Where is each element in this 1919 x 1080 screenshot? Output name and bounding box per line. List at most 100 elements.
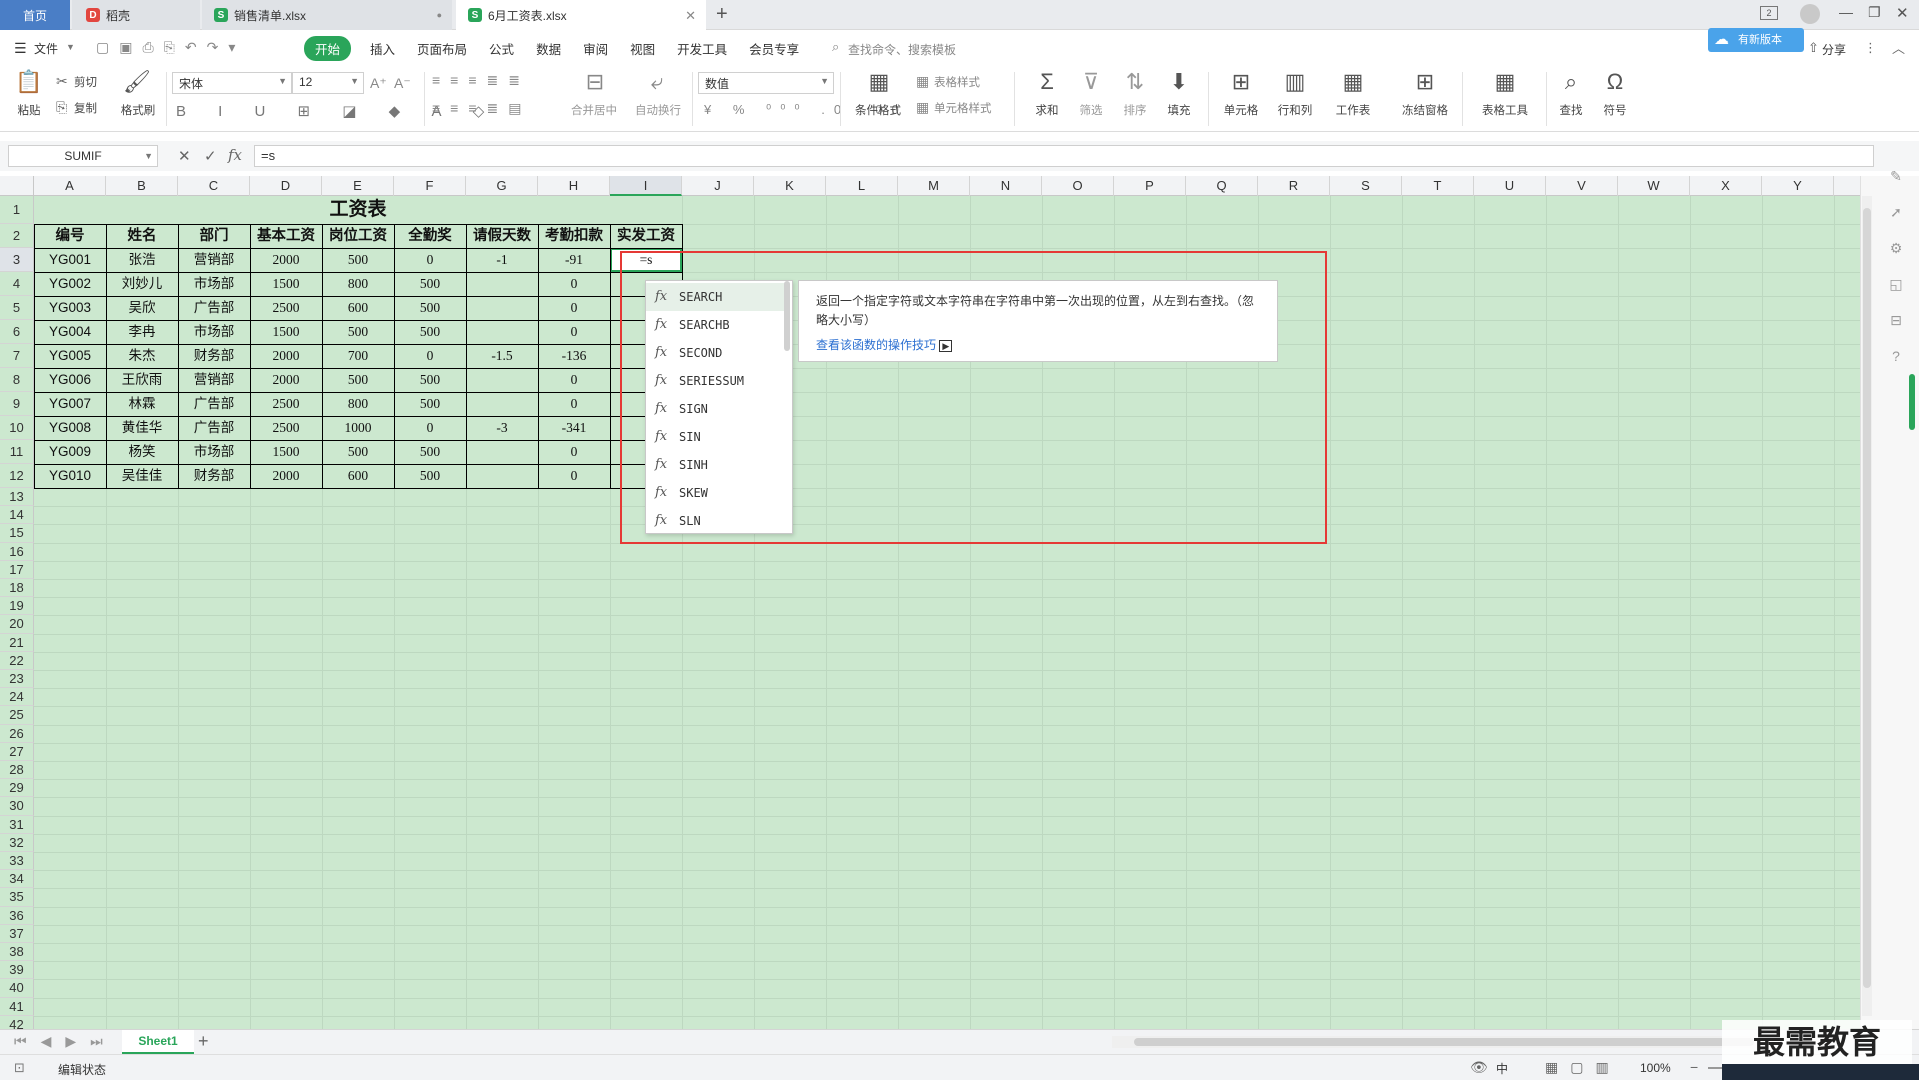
table-cell[interactable]: 2500 (250, 296, 322, 320)
column-header-s[interactable]: S (1330, 176, 1402, 196)
restore-icon[interactable]: ❐ (1868, 4, 1881, 21)
column-header-l[interactable]: L (826, 176, 898, 196)
row-header[interactable]: 38 (0, 943, 34, 962)
table-cell[interactable] (466, 296, 538, 320)
fill-button[interactable]: 填充 (1160, 102, 1198, 118)
table-cell[interactable]: 吴佳佳 (106, 464, 178, 488)
table-cell[interactable]: 财务部 (178, 344, 250, 368)
table-cell[interactable]: YG009 (34, 440, 106, 464)
column-header-j[interactable]: J (682, 176, 754, 196)
table-cell[interactable]: 2000 (250, 248, 322, 272)
table-cell[interactable]: 0 (394, 416, 466, 440)
table-cell[interactable]: 500 (394, 320, 466, 344)
table-cell[interactable]: 营销部 (178, 248, 250, 272)
row-header[interactable]: 13 (0, 488, 34, 507)
zoom-out-icon[interactable]: − (1690, 1059, 1698, 1075)
row-header[interactable]: 21 (0, 633, 34, 652)
table-cell[interactable]: 市场部 (178, 440, 250, 464)
table-cell[interactable]: 杨笑 (106, 440, 178, 464)
cut-button[interactable]: 剪切 (74, 74, 97, 90)
table-cell[interactable]: 市场部 (178, 272, 250, 296)
format-painter-icon[interactable]: 🖌 (122, 70, 152, 94)
column-header-b[interactable]: B (106, 176, 178, 196)
select-all-corner[interactable] (0, 176, 34, 196)
symbol-button[interactable]: 符号 (1596, 102, 1634, 118)
table-cell[interactable] (466, 368, 538, 392)
table-cell[interactable]: 700 (322, 344, 394, 368)
table-cell[interactable]: 1500 (250, 320, 322, 344)
backup-icon[interactable]: ⊟ (1887, 312, 1905, 330)
settings-icon[interactable]: ⚙ (1887, 240, 1905, 258)
eye-protection-icon[interactable]: 👁 (1470, 1059, 1488, 1076)
table-cell[interactable]: 吴欣 (106, 296, 178, 320)
table-cell[interactable]: 0 (538, 320, 610, 344)
merge-center-icon[interactable]: ⊟ (580, 70, 610, 94)
table-cell[interactable]: 500 (322, 440, 394, 464)
table-cell[interactable] (466, 320, 538, 344)
row-header[interactable]: 36 (0, 906, 34, 925)
table-header-cell[interactable]: 姓名 (106, 224, 178, 248)
font-increase-icon[interactable]: A⁺ (370, 75, 387, 91)
table-cell[interactable]: 李冉 (106, 320, 178, 344)
font-size-select[interactable]: 12 ▼ (292, 72, 364, 94)
table-cell[interactable]: 600 (322, 296, 394, 320)
column-header-n[interactable]: N (970, 176, 1042, 196)
tab-home[interactable]: 首页 (0, 0, 70, 30)
sheet-title[interactable]: 工资表 (34, 196, 682, 224)
row-header[interactable]: 12 (0, 464, 34, 488)
table-cell[interactable]: 0 (394, 344, 466, 368)
table-cell[interactable]: -91 (538, 248, 610, 272)
row-col-icon[interactable]: ▥ (1280, 70, 1310, 94)
table-tools-icon[interactable]: ▦ (1490, 70, 1520, 94)
table-cell[interactable]: 500 (322, 368, 394, 392)
column-header-g[interactable]: G (466, 176, 538, 196)
table-cell[interactable]: -136 (538, 344, 610, 368)
table-cell[interactable]: 500 (394, 368, 466, 392)
table-cell[interactable]: -341 (538, 416, 610, 440)
table-cell[interactable]: -1.5 (466, 344, 538, 368)
table-cell[interactable]: 500 (394, 272, 466, 296)
table-cell[interactable]: 朱杰 (106, 344, 178, 368)
pointer-icon[interactable]: ➚ (1887, 204, 1905, 222)
row-header[interactable]: 11 (0, 440, 34, 464)
table-cell[interactable]: 500 (394, 464, 466, 488)
row-header[interactable]: 1 (0, 196, 34, 224)
row-header[interactable]: 22 (0, 651, 34, 670)
conditional-format-button[interactable]: 条件格式 (848, 102, 908, 118)
table-cell[interactable] (466, 392, 538, 416)
column-header-i[interactable]: I (610, 176, 682, 196)
table-header-cell[interactable]: 部门 (178, 224, 250, 248)
column-header-r[interactable]: R (1258, 176, 1330, 196)
wrap-text-icon[interactable]: ⤶ (642, 70, 672, 94)
table-cell[interactable] (466, 272, 538, 296)
row-header[interactable]: 42 (0, 1015, 34, 1029)
shape-icon[interactable]: ◱ (1887, 276, 1905, 294)
table-cell[interactable]: -3 (466, 416, 538, 440)
table-cell[interactable]: 2000 (250, 464, 322, 488)
table-header-cell[interactable]: 基本工资 (250, 224, 322, 248)
table-cell[interactable]: YG004 (34, 320, 106, 344)
menu-tab-member[interactable]: 会员专享 (749, 39, 799, 58)
table-cell[interactable]: -1 (466, 248, 538, 272)
row-header[interactable]: 35 (0, 888, 34, 907)
table-cell[interactable]: 2000 (250, 344, 322, 368)
table-cell[interactable]: 张浩 (106, 248, 178, 272)
column-header-v[interactable]: V (1546, 176, 1618, 196)
table-cell[interactable]: 500 (394, 296, 466, 320)
table-cell[interactable]: YG003 (34, 296, 106, 320)
table-cell[interactable]: 0 (538, 440, 610, 464)
table-cell[interactable]: 2500 (250, 416, 322, 440)
vertical-scrollbar[interactable] (1862, 196, 1872, 1016)
table-cell[interactable]: 黄佳华 (106, 416, 178, 440)
row-header[interactable]: 16 (0, 542, 34, 561)
row-header[interactable]: 40 (0, 979, 34, 998)
table-cell[interactable]: 1500 (250, 440, 322, 464)
table-cell[interactable]: 0 (394, 248, 466, 272)
table-cell[interactable]: YG002 (34, 272, 106, 296)
find-button[interactable]: 查找 (1552, 102, 1590, 118)
column-header-u[interactable]: U (1474, 176, 1546, 196)
freeze-button[interactable]: 冻结窗格 (1392, 102, 1458, 118)
cell-button[interactable]: 单元格 (1214, 102, 1268, 118)
row-header[interactable]: 3 (0, 248, 34, 272)
table-cell[interactable]: 1500 (250, 272, 322, 296)
